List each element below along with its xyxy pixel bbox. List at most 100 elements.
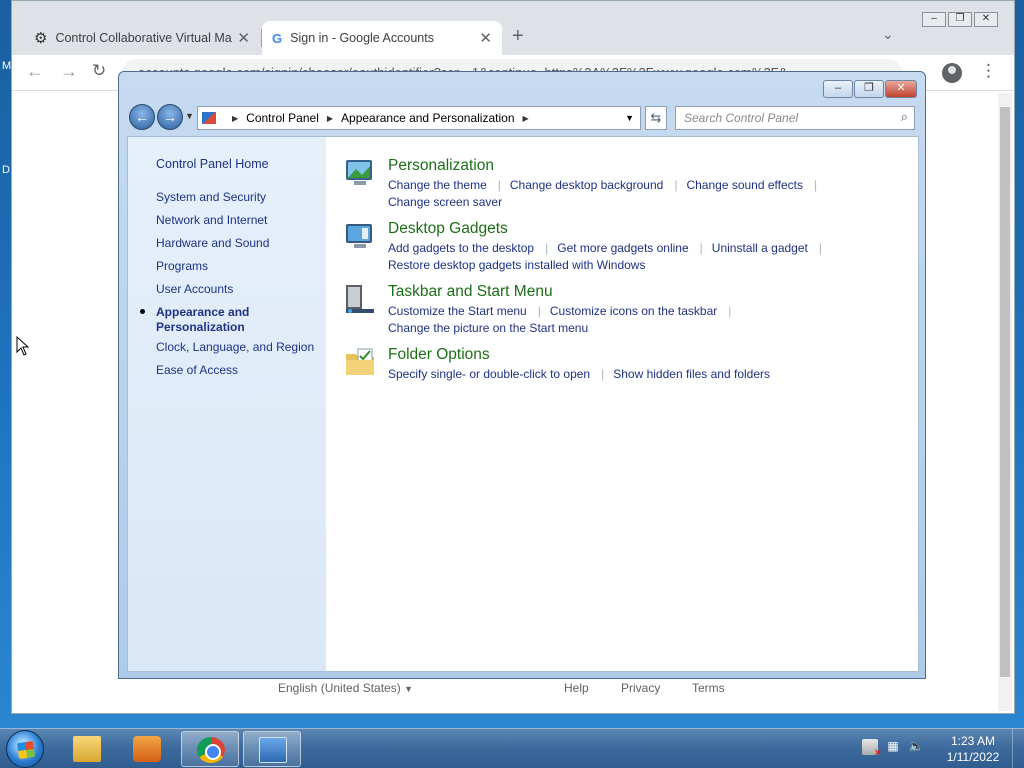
clock-time: 1:23 AM	[950, 734, 996, 748]
breadcrumb-appearance[interactable]: Appearance and Personalization	[341, 111, 514, 125]
clock[interactable]: 1:23 AM 1/11/2022	[934, 733, 1012, 765]
cog-icon: ⚙	[34, 30, 48, 47]
action-center-flag-icon[interactable]	[862, 739, 881, 759]
link-divider: |	[537, 304, 541, 318]
category-title[interactable]: Personalization	[388, 157, 494, 175]
taskbar-media-player[interactable]	[118, 731, 176, 767]
link-single-double-click[interactable]: Specify single- or double-click to open	[388, 367, 590, 381]
taskbar-control-panel[interactable]	[243, 731, 301, 767]
category-links: Change the theme | Change desktop backgrou…	[388, 177, 868, 211]
sidebar-item-appearance[interactable]: Appearance and Personalization	[156, 305, 276, 335]
close-icon[interactable]: ✕	[237, 29, 250, 47]
window-controls: – ❐ ✕	[823, 80, 917, 98]
breadcrumb-control-panel[interactable]: Control Panel	[246, 111, 319, 125]
tab-title: Control Collaborative Virtual Ma	[55, 31, 232, 45]
category-list: Personalization Change the theme | Change …	[326, 137, 920, 671]
taskbar-explorer[interactable]	[58, 731, 116, 767]
tab-title: Sign in - Google Accounts	[290, 31, 434, 45]
privacy-link[interactable]: Privacy	[621, 681, 660, 695]
sidebar-item-home[interactable]: Control Panel Home	[156, 157, 269, 172]
help-link[interactable]: Help	[564, 681, 589, 695]
page-scrollbar[interactable]	[998, 93, 1012, 711]
desktop-icon-label[interactable]: M	[2, 60, 11, 72]
volume-icon[interactable]: 🔈	[908, 739, 924, 755]
reload-icon[interactable]: ↻	[92, 61, 106, 81]
link-add-gadgets[interactable]: Add gadgets to the desktop	[388, 241, 534, 255]
link-divider: |	[497, 178, 501, 192]
profile-icon[interactable]	[942, 63, 962, 83]
link-more-gadgets[interactable]: Get more gadgets online	[557, 241, 688, 255]
sidebar-item-hardware[interactable]: Hardware and Sound	[156, 236, 269, 251]
breadcrumb-arrow-icon[interactable]: ▶	[327, 114, 333, 123]
tab-control-collaborative[interactable]: ⚙ Control Collaborative Virtual Ma ✕	[24, 21, 260, 55]
show-desktop-button[interactable]	[1012, 729, 1024, 768]
sidebar-item-system-security[interactable]: System and Security	[156, 190, 266, 205]
navigation-bar: ← → ▼ ▶ Control Panel ▶ Appearance and P…	[129, 104, 915, 132]
category-title[interactable]: Taskbar and Start Menu	[388, 283, 553, 301]
link-start-picture[interactable]: Change the picture on the Start menu	[388, 321, 588, 335]
link-restore-gadgets[interactable]: Restore desktop gadgets installed with W…	[388, 258, 645, 272]
scrollbar-thumb[interactable]	[1000, 107, 1010, 677]
link-screen-saver[interactable]: Change screen saver	[388, 195, 502, 209]
link-divider: |	[545, 241, 549, 255]
start-button[interactable]	[6, 730, 44, 768]
mouse-cursor-icon	[16, 336, 30, 356]
search-input[interactable]: Search Control Panel ⌕	[675, 106, 915, 130]
chevron-down-icon[interactable]: ▼	[625, 113, 634, 123]
link-divider: |	[818, 241, 822, 255]
network-icon[interactable]: ▦	[885, 739, 901, 755]
link-show-hidden-files[interactable]: Show hidden files and folders	[613, 367, 770, 381]
taskbar-chrome[interactable]	[181, 731, 239, 767]
link-customize-start[interactable]: Customize the Start menu	[388, 304, 527, 318]
desktop-icon-label[interactable]: D	[2, 164, 10, 176]
sidebar-item-user-accounts[interactable]: User Accounts	[156, 282, 233, 297]
maximize-button[interactable]: ❐	[854, 80, 884, 98]
back-button[interactable]: ←	[129, 104, 155, 130]
link-divider: |	[699, 241, 703, 255]
link-sound-effects[interactable]: Change sound effects	[686, 178, 803, 192]
system-tray: ▦ 🔈	[862, 739, 924, 759]
minimize-button[interactable]: –	[922, 12, 946, 27]
link-desktop-background[interactable]: Change desktop background	[510, 178, 663, 192]
chrome-icon	[197, 737, 225, 763]
sidebar-item-programs[interactable]: Programs	[156, 259, 208, 274]
tab-strip: ⚙ Control Collaborative Virtual Ma ✕ G S…	[12, 1, 1014, 55]
close-button[interactable]: ✕	[974, 12, 998, 27]
link-uninstall-gadget[interactable]: Uninstall a gadget	[712, 241, 808, 255]
language-selector[interactable]: English (United States) ▼	[278, 681, 413, 695]
link-customize-taskbar-icons[interactable]: Customize icons on the taskbar	[550, 304, 717, 318]
selected-bullet-icon	[140, 309, 145, 314]
clock-date: 1/11/2022	[946, 750, 1000, 764]
category-title[interactable]: Desktop Gadgets	[388, 220, 508, 238]
recent-pages-dropdown[interactable]: ▼	[185, 111, 194, 121]
chevron-down-icon[interactable]: ⌄	[882, 26, 894, 43]
link-divider: |	[601, 367, 605, 381]
close-icon[interactable]: ✕	[479, 29, 492, 47]
category-title[interactable]: Folder Options	[388, 346, 490, 364]
link-change-theme[interactable]: Change the theme	[388, 178, 487, 192]
breadcrumb-arrow-icon[interactable]: ▶	[232, 114, 238, 123]
terms-link[interactable]: Terms	[692, 681, 725, 695]
menu-dots-icon[interactable]: ⋮	[980, 61, 997, 81]
google-icon: G	[272, 30, 283, 46]
forward-arrow-icon[interactable]: →	[60, 61, 78, 82]
browser-window-controls: – ❐ ✕	[922, 12, 998, 27]
new-tab-button[interactable]: +	[512, 25, 524, 48]
refresh-button[interactable]: ⇆	[645, 106, 667, 130]
tab-google-signin[interactable]: G Sign in - Google Accounts ✕	[262, 21, 502, 55]
sidebar-item-ease-of-access[interactable]: Ease of Access	[156, 363, 238, 378]
address-breadcrumb[interactable]: ▶ Control Panel ▶ Appearance and Persona…	[197, 106, 641, 130]
personalization-icon	[346, 160, 372, 185]
minimize-button[interactable]: –	[823, 80, 853, 98]
forward-button[interactable]: →	[157, 104, 183, 130]
language-label: English (United States)	[278, 681, 401, 695]
taskbar: ▦ 🔈 1:23 AM 1/11/2022	[0, 728, 1024, 768]
sidebar-item-clock-region[interactable]: Clock, Language, and Region	[156, 340, 314, 355]
search-icon[interactable]: ⌕	[901, 109, 908, 125]
back-arrow-icon[interactable]: ←	[26, 61, 44, 82]
breadcrumb-arrow-icon[interactable]: ▶	[523, 114, 529, 123]
category-links: Add gadgets to the desktop | Get more gadg…	[388, 240, 868, 274]
maximize-button[interactable]: ❐	[948, 12, 972, 27]
sidebar-item-network[interactable]: Network and Internet	[156, 213, 267, 228]
close-button[interactable]: ✕	[885, 80, 917, 98]
